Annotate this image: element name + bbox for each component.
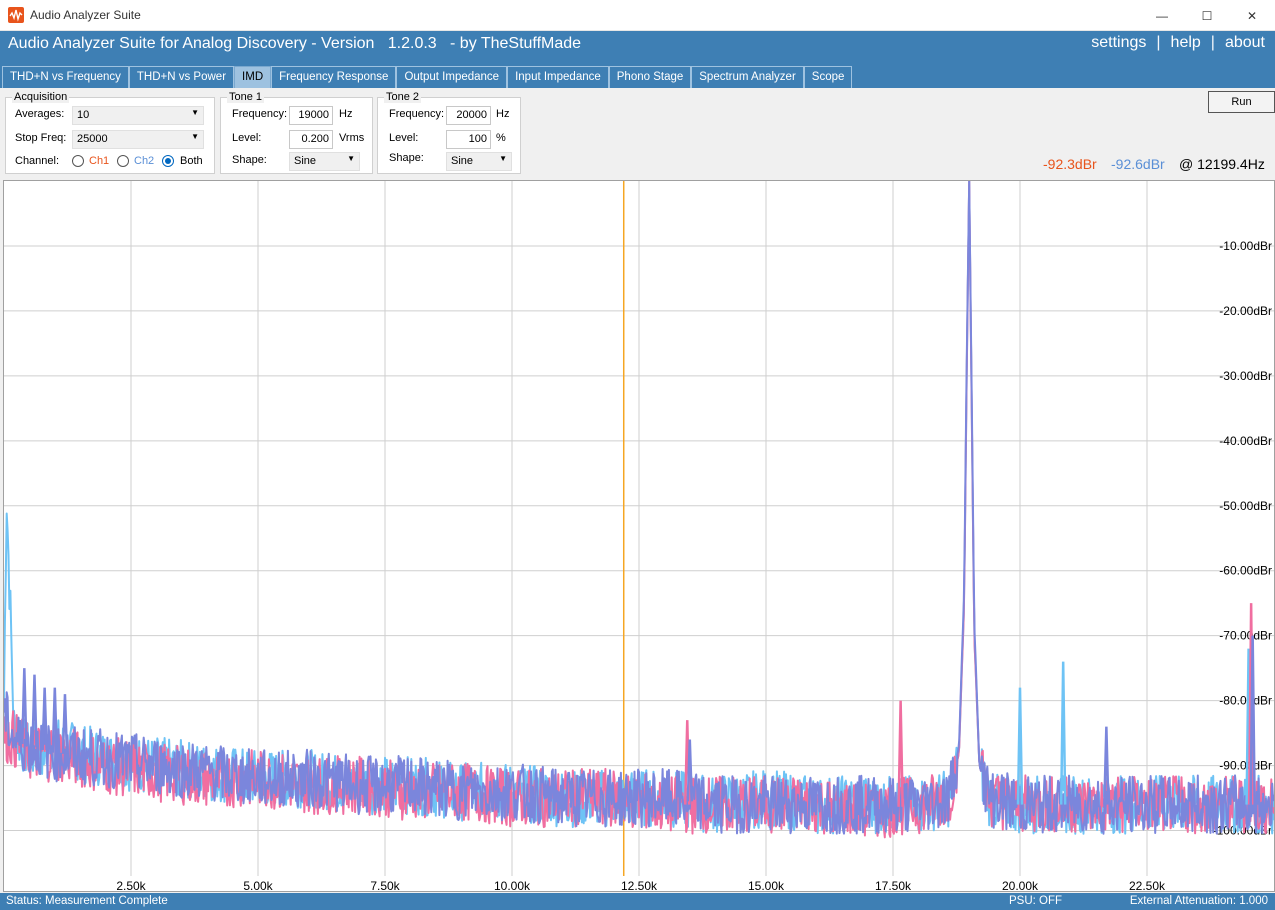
x-tick-label: 2.50k [116,879,146,891]
channel-label: Channel: [15,155,60,167]
acquisition-group: Acquisition Averages: 10 ▼ Stop Freq: 25… [5,91,215,174]
y-tick-label: -20.00dBr [1219,304,1272,318]
y-tick-label: -70.00dBr [1219,629,1272,643]
x-tick-label: 10.00k [494,879,531,891]
tab-imd[interactable]: IMD [234,66,272,88]
x-tick-label: 17.50k [875,879,912,891]
acquisition-title: Acquisition [12,91,70,103]
tone1-frequency-unit: Hz [339,108,353,120]
ch1-readout: -92.3dBr [1043,156,1097,172]
tab-frequency-response[interactable]: Frequency Response [271,66,397,88]
psu-status: PSU: OFF [1009,895,1063,907]
spectrum-plot[interactable]: 2.50k 5.00k 7.50k 10.00k 12.50k 15.00k 17.50k 2… [3,180,1275,892]
app-header: Audio Analyzer Suite for Analog Discover… [0,31,1275,65]
status-text: Status: Measurement Complete [6,895,168,907]
x-tick-label: 22.50k [1129,879,1166,891]
settings-link[interactable]: settings [1091,34,1146,52]
app-logo-icon [8,7,24,23]
tab-phono-stage[interactable]: Phono Stage [608,66,692,88]
header-separator: | [1210,34,1215,51]
tab-output-impedance[interactable]: Output Impedance [396,66,508,88]
chevron-down-icon: ▼ [347,154,355,163]
y-tick-label: -30.00dBr [1219,369,1272,383]
tone2-group: Tone 2 Frequency: 20000 Hz Level: 100 % … [377,91,521,174]
ch2-radio[interactable] [117,155,129,167]
header-separator: | [1156,34,1161,51]
x-tick-label: 15.00k [748,879,785,891]
maximize-icon: ☐ [1201,8,1213,23]
tone1-level-input[interactable]: 0.200 [289,130,333,149]
tone2-frequency-unit: Hz [496,108,510,120]
both-radio[interactable] [162,155,174,167]
tone1-title: Tone 1 [227,91,265,103]
tab-thdn-vs-frequency[interactable]: THD+N vs Frequency [2,66,129,88]
cursor-frequency-readout: @ 12199.4Hz [1179,156,1265,172]
tab-bar: THD+N vs Frequency THD+N vs Power IMD Fr… [0,65,1275,88]
both-radio-label[interactable]: Both [180,155,203,167]
stop-freq-select[interactable]: 25000 ▼ [72,130,204,149]
ch1-radio[interactable] [72,155,84,167]
tab-input-impedance[interactable]: Input Impedance [507,66,609,88]
tone2-level-label: Level: [389,132,419,144]
tone1-shape-select[interactable]: Sine ▼ [289,152,360,171]
tone1-frequency-input[interactable]: 19000 [289,106,333,125]
minimize-button[interactable]: — [1139,0,1185,31]
tab-scope[interactable]: Scope [803,66,853,88]
external-attenuation: External Attenuation: 1.000 [1129,895,1268,907]
x-tick-label: 12.50k [621,879,658,891]
window-title-bar: Audio Analyzer Suite — ☐ ✕ [0,0,1275,31]
tone1-group: Tone 1 Frequency: 19000 Hz Level: 0.200 … [220,91,373,174]
tone1-level-unit: Vrms [339,132,365,144]
averages-select[interactable]: 10 ▼ [72,106,204,125]
tone1-shape-label: Shape: [232,154,267,166]
y-tick-label: -40.00dBr [1219,434,1272,448]
y-tick-label: -90.00dBr [1219,759,1272,773]
tone1-shape-value: Sine [294,155,317,167]
tone2-title: Tone 2 [384,91,422,103]
tone2-level-input[interactable]: 100 [446,130,491,149]
y-tick-label: -80.00dBr [1219,694,1272,708]
app-header-title: Audio Analyzer Suite for Analog Discover… [8,35,582,52]
chevron-down-icon: ▼ [191,108,199,117]
tab-thdn-vs-power[interactable]: THD+N vs Power [128,66,235,88]
averages-value: 10 [77,109,90,121]
chevron-down-icon: ▼ [499,154,507,163]
spectrum-chart: 2.50k 5.00k 7.50k 10.00k 12.50k 15.00k 17.50k 2… [4,181,1274,891]
x-tick-label: 20.00k [1002,879,1039,891]
about-link[interactable]: about [1225,34,1265,52]
ch2-readout: -92.6dBr [1111,156,1165,172]
y-tick-label: -10.00dBr [1219,239,1272,253]
status-bar: Status: Measurement Complete PSU: OFF Ex… [0,893,1275,910]
help-link[interactable]: help [1171,34,1201,52]
run-button[interactable]: Run [1208,91,1275,113]
stop-freq-value: 25000 [77,133,108,145]
tone2-shape-value: Sine [451,155,474,167]
ch2-radio-label[interactable]: Ch2 [134,155,154,167]
window-title: Audio Analyzer Suite [30,8,141,22]
x-tick-label: 7.50k [370,879,400,891]
ch1-radio-label[interactable]: Ch1 [89,155,109,167]
close-icon: ✕ [1246,8,1258,23]
header-links: settings | help | about [1091,34,1265,52]
averages-label: Averages: [15,108,65,120]
x-tick-label: 5.00k [243,879,273,891]
tab-spectrum-analyzer[interactable]: Spectrum Analyzer [691,66,804,88]
y-tick-label: -60.00dBr [1219,564,1272,578]
maximize-button[interactable]: ☐ [1184,0,1230,31]
chevron-down-icon: ▼ [191,132,199,141]
stop-freq-label: Stop Freq: [15,132,67,144]
tone1-frequency-label: Frequency: [232,108,288,120]
tone2-shape-select[interactable]: Sine ▼ [446,152,512,171]
tone1-level-label: Level: [232,132,262,144]
minimize-icon: — [1156,8,1168,23]
tone2-level-unit: % [496,132,506,144]
close-button[interactable]: ✕ [1229,0,1275,31]
tone2-frequency-input[interactable]: 20000 [446,106,491,125]
y-tick-label: -50.00dBr [1219,499,1272,513]
tone2-frequency-label: Frequency: [389,108,445,120]
tone2-shape-label: Shape: [389,152,424,164]
